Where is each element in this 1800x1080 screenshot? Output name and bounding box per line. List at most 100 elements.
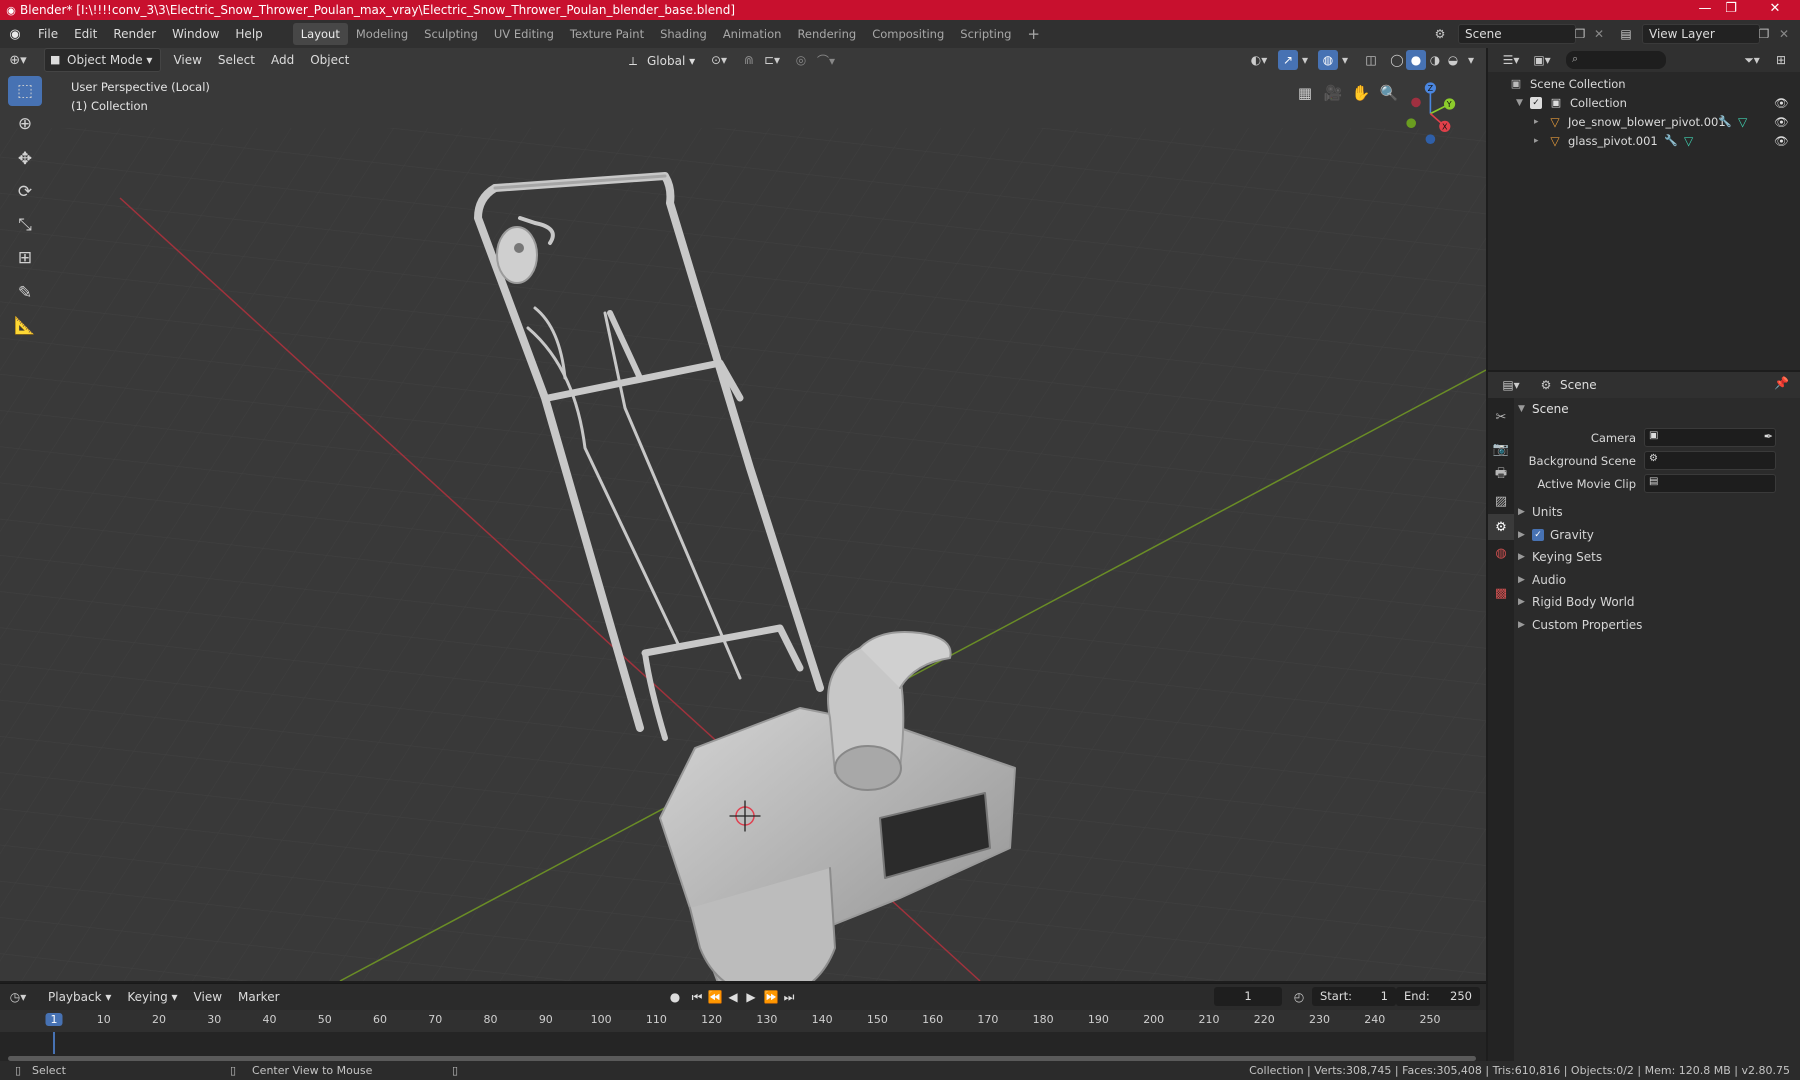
- menu-file[interactable]: File: [30, 20, 66, 48]
- viewport-menu-add[interactable]: Add: [263, 49, 302, 71]
- measure-tool[interactable]: 📐: [8, 311, 42, 341]
- tab-world[interactable]: ◍: [1488, 540, 1514, 566]
- gizmo-toggle-icon[interactable]: ↗: [1278, 50, 1298, 70]
- tab-modeling[interactable]: Modeling: [348, 23, 416, 45]
- tab-rendering[interactable]: Rendering: [789, 23, 864, 45]
- menu-window[interactable]: Window: [164, 20, 227, 48]
- timeline-menu-view[interactable]: View: [186, 986, 230, 1008]
- keying-sets-subpanel-header[interactable]: ▶ Keying Sets: [1518, 546, 1800, 569]
- new-scene-icon[interactable]: ❐: [1572, 26, 1588, 42]
- new-view-layer-icon[interactable]: ❐: [1756, 26, 1772, 42]
- overlay-toggle-icon[interactable]: ◍: [1318, 50, 1338, 70]
- tab-uv-editing[interactable]: UV Editing: [486, 23, 562, 45]
- tab-sculpting[interactable]: Sculpting: [416, 23, 486, 45]
- play-icon[interactable]: ▶: [742, 988, 760, 1006]
- mesh-data-icon[interactable]: ▽: [1738, 115, 1747, 129]
- object-visibility-eye-icon[interactable]: 👁: [1774, 115, 1789, 129]
- shading-solid-icon[interactable]: ●: [1406, 50, 1426, 70]
- jump-prev-keyframe-icon[interactable]: ⏪: [706, 988, 724, 1006]
- units-subpanel-header[interactable]: ▶ Units: [1518, 501, 1800, 524]
- use-preview-range-icon[interactable]: ◴: [1290, 988, 1308, 1006]
- scene-selector[interactable]: Scene: [1458, 24, 1576, 44]
- custom-properties-subpanel-header[interactable]: ▶ Custom Properties: [1518, 614, 1800, 637]
- eyedropper-icon[interactable]: ✒: [1764, 430, 1773, 443]
- tab-texture[interactable]: ▩: [1488, 580, 1514, 606]
- tab-layout[interactable]: Layout: [292, 23, 348, 45]
- editor-type-timeline-icon[interactable]: ◷▾: [0, 986, 36, 1008]
- cursor-tool[interactable]: ⊕: [8, 109, 42, 139]
- overlay-dropdown-icon[interactable]: ▾: [1338, 51, 1352, 69]
- view-layer-icon[interactable]: ▤: [1616, 26, 1636, 42]
- active-movie-clip-field[interactable]: ▤: [1644, 474, 1776, 493]
- collection-checkbox[interactable]: ✓: [1530, 96, 1542, 109]
- editor-type-3d-viewport-icon[interactable]: ⊕▾: [0, 49, 36, 71]
- viewport-menu-object[interactable]: Object: [302, 49, 357, 71]
- pin-icon[interactable]: 📌: [1774, 376, 1789, 390]
- outliner-object-row[interactable]: ▸ ▽ Joe_snow_blower_pivot.001 🔧 ▽ 👁: [1488, 112, 1800, 131]
- tab-texture-paint[interactable]: Texture Paint: [562, 23, 652, 45]
- zoom-view-icon[interactable]: 🔍: [1376, 80, 1402, 106]
- filter-icon[interactable]: ⏷▾: [1738, 51, 1766, 69]
- toggle-camera-view-grid-icon[interactable]: ▦: [1292, 80, 1318, 106]
- gravity-subpanel-header[interactable]: ▶ ✓ Gravity: [1518, 524, 1800, 547]
- shading-rendered-icon[interactable]: ◒: [1444, 51, 1462, 69]
- menu-render[interactable]: Render: [105, 20, 164, 48]
- scale-tool[interactable]: ⤡: [8, 210, 42, 240]
- viewport-menu-view[interactable]: View: [165, 49, 209, 71]
- mode-dropdown[interactable]: ■ Object Mode ▾: [44, 48, 162, 72]
- start-frame-field[interactable]: Start: 1: [1312, 987, 1396, 1006]
- proportional-falloff-icon[interactable]: ⌒▾: [812, 51, 840, 69]
- modifier-wrench-icon[interactable]: 🔧: [1718, 115, 1732, 128]
- end-frame-field[interactable]: End: 250: [1396, 987, 1480, 1006]
- scene-panel-header[interactable]: ▼ Scene: [1518, 398, 1800, 420]
- shading-material-icon[interactable]: ◑: [1426, 51, 1444, 69]
- outliner-search-field[interactable]: ⌕: [1566, 51, 1666, 69]
- proportional-edit-icon[interactable]: ◎: [792, 51, 810, 69]
- blender-menu-icon[interactable]: ◉: [0, 20, 30, 48]
- 3d-viewport[interactable]: ⊕▾ ■ Object Mode ▾ View Select Add Objec…: [0, 48, 1486, 981]
- tab-shading[interactable]: Shading: [652, 23, 715, 45]
- delete-view-layer-icon[interactable]: ✕: [1776, 26, 1792, 42]
- jump-next-keyframe-icon[interactable]: ⏩: [762, 988, 780, 1006]
- camera-view-icon[interactable]: 🎥: [1320, 80, 1346, 106]
- tab-animation[interactable]: Animation: [715, 23, 790, 45]
- tab-render[interactable]: 📷: [1488, 436, 1514, 462]
- expand-object-arrow[interactable]: ▸: [1534, 117, 1548, 127]
- expand-collection-arrow[interactable]: ▼: [1516, 98, 1530, 108]
- camera-field[interactable]: ▣ ✒: [1644, 428, 1776, 447]
- shading-dropdown-icon[interactable]: ▾: [1464, 51, 1478, 69]
- pan-view-hand-icon[interactable]: ✋: [1348, 80, 1374, 106]
- tab-view-layer[interactable]: ▨: [1488, 488, 1514, 514]
- background-scene-field[interactable]: ⚙: [1644, 451, 1776, 470]
- timeline-track-area[interactable]: [0, 1032, 1486, 1062]
- view-layer-selector[interactable]: View Layer: [1642, 24, 1760, 44]
- timeline-menu-keying[interactable]: Keying ▾: [119, 986, 185, 1008]
- tab-scripting[interactable]: Scripting: [952, 23, 1019, 45]
- scene-selector-icon[interactable]: ⚙: [1430, 26, 1450, 42]
- tab-scene[interactable]: ⚙: [1488, 514, 1514, 540]
- outliner-object-row[interactable]: ▸ ▽ glass_pivot.001 🔧 ▽ 👁: [1488, 131, 1800, 150]
- editor-type-outliner-icon[interactable]: ☰▾: [1494, 50, 1528, 70]
- shading-wireframe-icon[interactable]: ◯: [1388, 51, 1406, 69]
- modifier-wrench-icon[interactable]: 🔧: [1664, 134, 1678, 147]
- timeline-menu-playback[interactable]: Playback ▾: [40, 986, 119, 1008]
- play-reverse-icon[interactable]: ◀: [724, 988, 742, 1006]
- rotate-tool[interactable]: ⟳: [8, 177, 42, 207]
- delete-scene-icon[interactable]: ✕: [1591, 26, 1607, 42]
- expand-object-arrow[interactable]: ▸: [1534, 136, 1548, 146]
- pivot-point-icon[interactable]: ⊙▾: [705, 51, 733, 69]
- jump-end-icon[interactable]: ⏭: [780, 988, 798, 1006]
- close-button[interactable]: ✕: [1757, 0, 1793, 20]
- transform-tool[interactable]: ⊞: [8, 243, 42, 273]
- new-collection-icon[interactable]: ⊞: [1772, 51, 1790, 69]
- tab-output[interactable]: 🖶: [1488, 462, 1514, 488]
- xray-toggle-icon[interactable]: ◫: [1362, 51, 1380, 69]
- outliner-scene-collection-row[interactable]: ▣ Scene Collection: [1488, 74, 1800, 93]
- annotate-tool[interactable]: ✎: [8, 278, 42, 308]
- timeline-menu-marker[interactable]: Marker: [230, 986, 287, 1008]
- snap-target-icon[interactable]: ⊏▾: [758, 51, 786, 69]
- tab-compositing[interactable]: Compositing: [864, 23, 952, 45]
- timeline-frame-ruler[interactable]: 1 10 20 30 40 50 60 70 80 90 100 110 120 130 140 150 160…: [0, 1010, 1486, 1032]
- auto-keying-record-icon[interactable]: ●: [666, 988, 684, 1006]
- maximize-button[interactable]: ❐: [1713, 0, 1749, 20]
